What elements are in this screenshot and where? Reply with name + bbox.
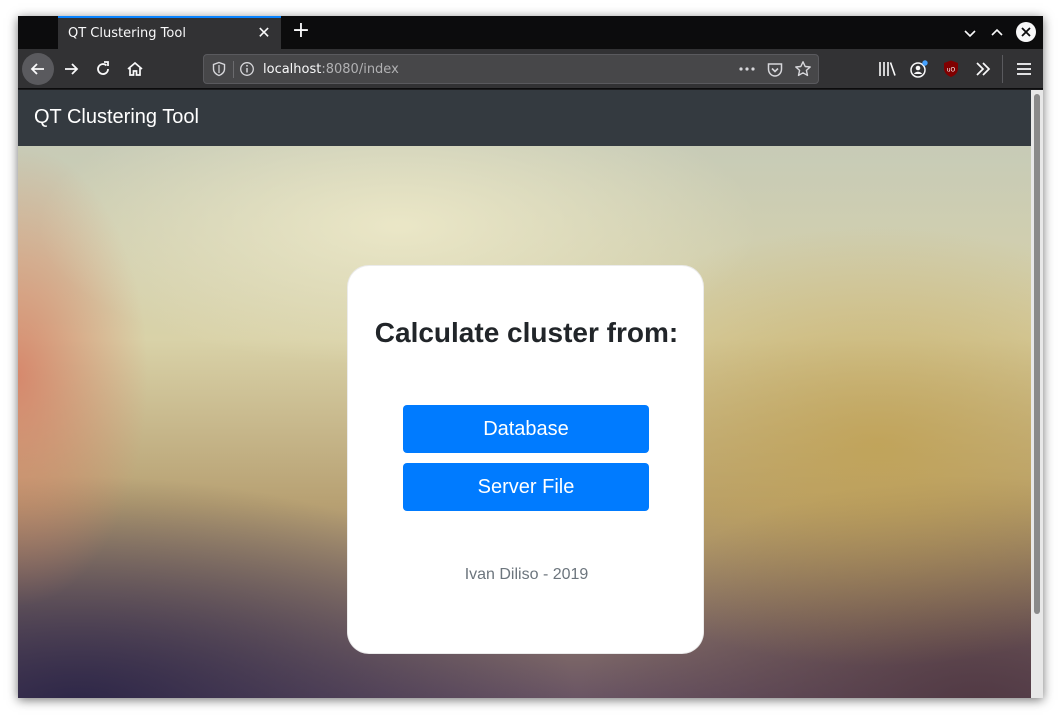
chevron-up-icon[interactable] <box>986 22 1008 44</box>
window-close-icon[interactable] <box>1016 22 1036 42</box>
home-icon[interactable] <box>119 53 151 85</box>
database-button[interactable]: Database <box>403 405 649 453</box>
info-icon[interactable] <box>239 61 255 77</box>
shield-icon[interactable] <box>211 61 227 77</box>
url-text[interactable]: localhost:8080/index <box>263 62 399 77</box>
tab-title: QT Clustering Tool <box>68 26 186 41</box>
tab-close-icon[interactable]: ✕ <box>255 24 273 42</box>
navbar-brand[interactable]: QT Clustering Tool <box>34 106 199 129</box>
account-icon[interactable] <box>909 59 929 79</box>
nav-toolbar: localhost:8080/index uO <box>18 49 1043 89</box>
back-icon[interactable] <box>22 53 54 85</box>
url-separator <box>233 61 234 78</box>
server-file-button[interactable]: Server File <box>403 463 649 511</box>
url-host: localhost <box>263 62 322 77</box>
hero-background: Calculate cluster from: Database Server … <box>18 146 1031 698</box>
card-title: Calculate cluster from: <box>374 317 679 348</box>
browser-window: QT Clustering Tool ✕ + localhost:8080/in… <box>18 16 1043 698</box>
tab-active[interactable]: QT Clustering Tool ✕ <box>58 16 281 49</box>
forward-icon[interactable] <box>55 53 87 85</box>
new-tab-icon[interactable]: + <box>289 20 313 44</box>
pocket-icon[interactable] <box>766 61 784 79</box>
star-icon[interactable] <box>794 60 812 78</box>
card-footer: Ivan Diliso - 2019 <box>464 566 589 583</box>
url-path: :8080/index <box>321 62 399 77</box>
reload-icon[interactable] <box>87 53 119 85</box>
tab-strip: QT Clustering Tool ✕ + <box>18 16 1043 49</box>
ublock-icon[interactable]: uO <box>941 59 961 79</box>
app-navbar: QT Clustering Tool <box>18 90 1031 146</box>
overflow-icon[interactable] <box>973 59 993 79</box>
url-bar[interactable]: localhost:8080/index <box>203 54 819 84</box>
ublock-badge-text: uO <box>947 67 956 74</box>
page-viewport: QT Clustering Tool Calculate cluster fro… <box>18 90 1031 698</box>
menu-icon[interactable] <box>1014 59 1034 79</box>
more-icon[interactable] <box>738 61 756 77</box>
chevron-down-icon[interactable] <box>959 22 981 44</box>
library-icon[interactable] <box>877 59 897 79</box>
scrollbar-thumb[interactable] <box>1034 94 1040 614</box>
action-card: Calculate cluster from: Database Server … <box>347 265 704 654</box>
scrollbar[interactable] <box>1031 90 1043 698</box>
toolbar-divider <box>1002 55 1003 83</box>
